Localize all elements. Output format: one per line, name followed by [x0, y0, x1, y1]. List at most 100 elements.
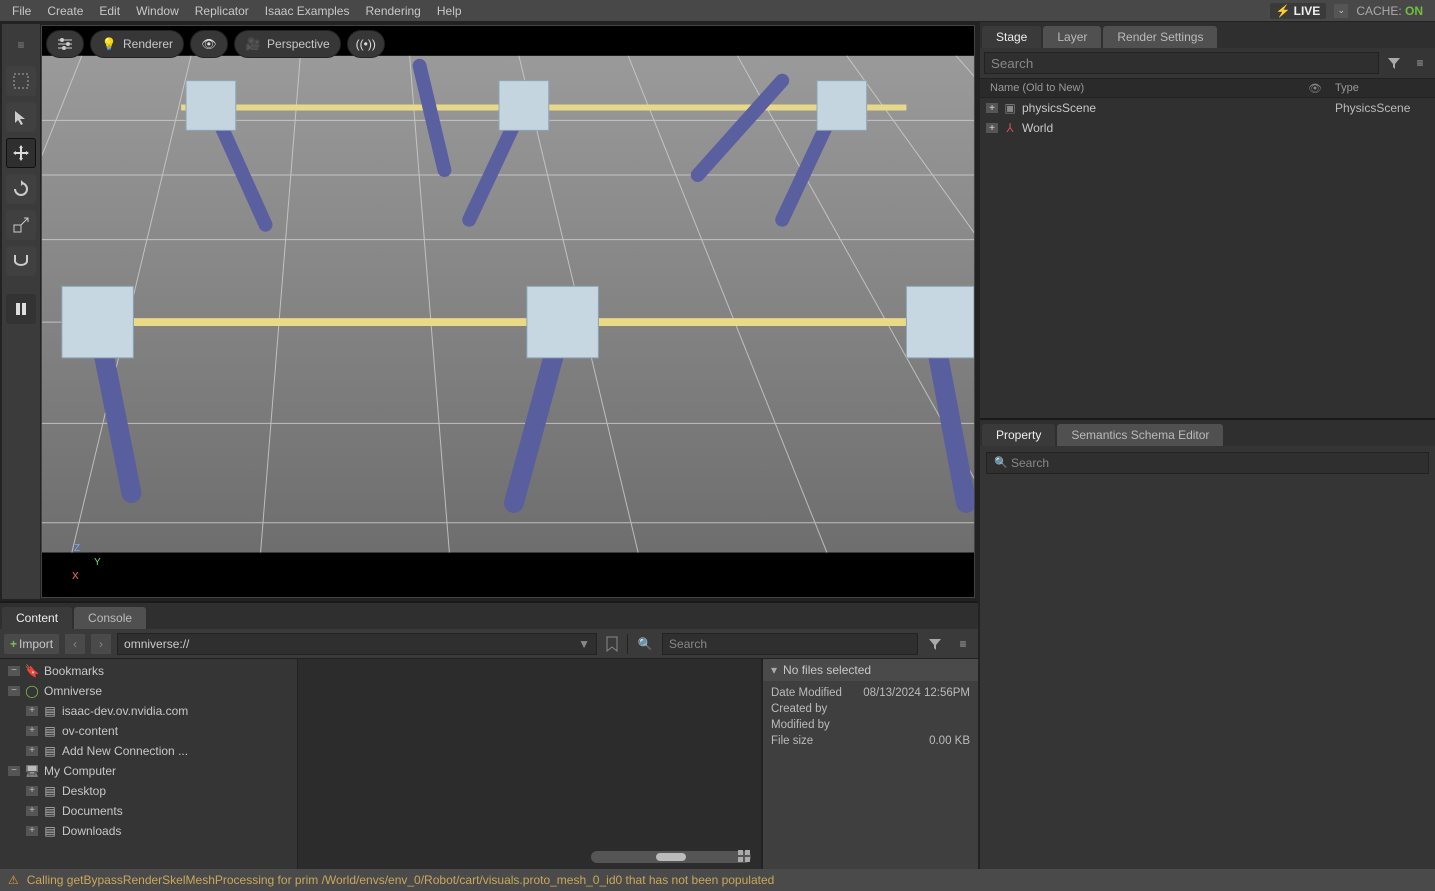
- path-input[interactable]: omniverse:// ▼: [117, 633, 597, 655]
- viewport-settings-button[interactable]: [46, 30, 84, 58]
- status-bar: ⚠ Calling getBypassRenderSkelMeshProcess…: [0, 869, 1435, 891]
- viewport[interactable]: 💡 Renderer 👁 🎥 Perspective ((•)): [41, 25, 975, 598]
- audio-button[interactable]: ((•)): [347, 30, 385, 58]
- tab-console[interactable]: Console: [74, 607, 146, 629]
- search-icon: 🔍: [994, 456, 1008, 469]
- move-tool[interactable]: [6, 138, 36, 168]
- tree-documents[interactable]: + ▤ Documents: [2, 801, 295, 821]
- rotate-tool[interactable]: [6, 174, 36, 204]
- stage-options-button[interactable]: ≡: [1409, 52, 1431, 74]
- stage-filter-button[interactable]: [1383, 52, 1405, 74]
- content-search-input[interactable]: [669, 637, 911, 651]
- tree-ov-content[interactable]: + ▤ ov-content: [2, 721, 295, 741]
- expand-icon[interactable]: +: [986, 123, 998, 133]
- chevron-down-icon[interactable]: ▾: [771, 663, 777, 677]
- snap-tool[interactable]: [6, 246, 36, 276]
- bottom-tab-strip: Content Console: [0, 603, 978, 629]
- renderer-dropdown[interactable]: 💡 Renderer: [90, 30, 184, 58]
- collapse-icon: −: [8, 666, 20, 676]
- filter-button[interactable]: [924, 633, 946, 655]
- live-dropdown[interactable]: ⌄: [1334, 4, 1348, 18]
- tab-layer[interactable]: Layer: [1043, 26, 1101, 48]
- tab-property[interactable]: Property: [982, 424, 1055, 446]
- stage-item-type: PhysicsScene: [1329, 101, 1435, 115]
- status-message: Calling getBypassRenderSkelMeshProcessin…: [27, 873, 775, 887]
- options-button[interactable]: ≡: [952, 633, 974, 655]
- menu-window[interactable]: Window: [128, 2, 187, 20]
- menu-file[interactable]: File: [4, 2, 39, 20]
- path-value: omniverse://: [124, 637, 189, 651]
- tree-label: isaac-dev.ov.nvidia.com: [62, 704, 188, 718]
- collapse-icon: −: [8, 686, 20, 696]
- folder-icon: ▤: [42, 824, 58, 838]
- menu-replicator[interactable]: Replicator: [187, 2, 257, 20]
- tree-omniverse[interactable]: − ◯ Omniverse: [2, 681, 295, 701]
- tab-render-settings[interactable]: Render Settings: [1103, 26, 1217, 48]
- server-icon: ▤: [42, 724, 58, 738]
- import-button[interactable]: + Import: [4, 634, 59, 654]
- camera-dropdown[interactable]: 🎥 Perspective: [234, 30, 341, 58]
- details-title: No files selected: [783, 663, 871, 677]
- expand-icon: +: [26, 706, 38, 716]
- tree-label: Add New Connection ...: [62, 744, 188, 758]
- menu-help[interactable]: Help: [429, 2, 470, 20]
- content-tree: − 🔖 Bookmarks − ◯ Omniverse + ▤ isaac-de…: [0, 659, 298, 869]
- bookmark-button[interactable]: [603, 635, 621, 653]
- expand-icon: +: [26, 806, 38, 816]
- file-size-value: 0.00 KB: [929, 735, 970, 747]
- lightbulb-icon: 💡: [101, 36, 117, 52]
- stage-row-world[interactable]: + ⅄ World: [980, 118, 1435, 138]
- select-box-tool[interactable]: [6, 66, 36, 96]
- visibility-button[interactable]: 👁: [190, 30, 228, 58]
- stage-row-physicsscene[interactable]: + ▣ physicsScene PhysicsScene: [980, 98, 1435, 118]
- tree-label: Omniverse: [44, 684, 102, 698]
- stage-tree: + ▣ physicsScene PhysicsScene + ⅄ World: [980, 98, 1435, 418]
- grid-view-button[interactable]: [733, 845, 755, 867]
- live-button[interactable]: ⚡ LIVE: [1270, 3, 1327, 19]
- search-icon: 🔍: [634, 633, 656, 655]
- expand-icon: +: [26, 786, 38, 796]
- tab-stage[interactable]: Stage: [982, 26, 1041, 48]
- stage-tab-strip: Stage Layer Render Settings: [980, 22, 1435, 48]
- sliders-icon: [57, 36, 73, 52]
- renderer-label: Renderer: [123, 37, 173, 51]
- content-details: ▾ No files selected Date Modified08/13/2…: [762, 659, 978, 869]
- tree-my-computer[interactable]: − 🖥 My Computer: [2, 761, 295, 781]
- axis-gizmo: Z Y X: [68, 543, 108, 583]
- tree-label: Downloads: [62, 824, 121, 838]
- tab-content[interactable]: Content: [2, 607, 72, 629]
- menu-edit[interactable]: Edit: [91, 2, 128, 20]
- camera-icon: 🎥: [245, 36, 261, 52]
- tree-label: ov-content: [62, 724, 118, 738]
- folder-icon: ▤: [42, 804, 58, 818]
- tree-add-connection[interactable]: + ▤ Add New Connection ...: [2, 741, 295, 761]
- axis-y-label: Y: [94, 557, 101, 568]
- content-browser[interactable]: [298, 659, 762, 869]
- select-arrow-tool[interactable]: [6, 102, 36, 132]
- axis-x-label: X: [72, 571, 79, 582]
- tree-isaac-server[interactable]: + ▤ isaac-dev.ov.nvidia.com: [2, 701, 295, 721]
- property-search-input[interactable]: [986, 452, 1429, 474]
- thumbnail-size-slider[interactable]: [591, 851, 751, 863]
- expand-icon[interactable]: +: [986, 103, 998, 113]
- tree-bookmarks[interactable]: − 🔖 Bookmarks: [2, 661, 295, 681]
- omniverse-icon: ◯: [24, 684, 40, 698]
- tab-semantics-schema[interactable]: Semantics Schema Editor: [1057, 424, 1223, 446]
- menu-isaac-examples[interactable]: Isaac Examples: [257, 2, 358, 20]
- stage-col-name[interactable]: Name (Old to New): [980, 82, 1301, 94]
- axis-z-label: Z: [74, 543, 80, 554]
- modified-by-label: Modified by: [771, 719, 830, 731]
- nav-back-button[interactable]: ‹: [65, 634, 85, 654]
- nav-forward-button[interactable]: ›: [91, 634, 111, 654]
- stage-col-type[interactable]: Type: [1329, 82, 1435, 94]
- tree-desktop[interactable]: + ▤ Desktop: [2, 781, 295, 801]
- date-modified-value: 08/13/2024 12:56PM: [863, 687, 970, 699]
- menu-rendering[interactable]: Rendering: [357, 2, 428, 20]
- menu-create[interactable]: Create: [39, 2, 91, 20]
- scale-tool[interactable]: [6, 210, 36, 240]
- play-pause-button[interactable]: [6, 294, 36, 324]
- cache-label: CACHE:: [1356, 4, 1401, 18]
- stage-search-input[interactable]: [984, 52, 1379, 74]
- tree-downloads[interactable]: + ▤ Downloads: [2, 821, 295, 841]
- hamburger-grip[interactable]: ≡: [6, 30, 36, 60]
